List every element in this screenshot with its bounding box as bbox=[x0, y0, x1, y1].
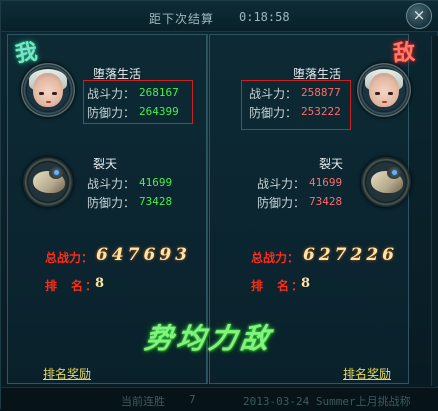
self-total-label: 总战力： bbox=[45, 251, 94, 265]
self-pet-attack-label: 战斗力： bbox=[87, 177, 136, 191]
avatar-mouth bbox=[46, 101, 51, 103]
enemy-pet-attack-label: 战斗力： bbox=[257, 177, 306, 191]
self-pet-defense-value: 73428 bbox=[139, 195, 173, 208]
enemy-total-label: 总战力： bbox=[251, 251, 300, 265]
avatar-eye bbox=[388, 92, 393, 95]
enemy-pet-defense-label: 防御力： bbox=[257, 196, 306, 210]
self-badge: 我 bbox=[13, 38, 39, 68]
avatar-eye bbox=[52, 92, 57, 95]
scrollbar-track[interactable] bbox=[431, 36, 438, 386]
timer-label: 距下次结算 bbox=[149, 12, 215, 26]
enemy-total-value: 627226 bbox=[303, 245, 398, 265]
self-pet-attack-value: 41699 bbox=[139, 176, 173, 189]
avatar-eye bbox=[375, 92, 380, 95]
battle-compare-panel: 距下次结算 0:18:58 × 我 敌 堕落生活 战斗力： 268167 防御力… bbox=[0, 0, 438, 411]
timer-value: 0:18:58 bbox=[239, 10, 290, 24]
self-avatar[interactable] bbox=[21, 63, 75, 117]
self-pet-portrait[interactable] bbox=[23, 157, 73, 207]
battle-result-text: 势均力敌 bbox=[142, 322, 276, 355]
top-bar: 距下次结算 0:18:58 × bbox=[1, 1, 438, 32]
enemy-pet-name: 裂天 bbox=[319, 157, 344, 171]
enemy-defense-value: 253222 bbox=[301, 105, 341, 118]
avatar-mouth bbox=[382, 101, 387, 103]
avatar-eye bbox=[39, 92, 44, 95]
self-rank-value: 8 bbox=[95, 276, 105, 291]
close-button[interactable]: × bbox=[406, 3, 432, 29]
enemy-rank-value: 8 bbox=[301, 276, 311, 291]
pet-spark bbox=[54, 170, 59, 175]
self-defense-label: 防御力： bbox=[87, 106, 136, 120]
self-attack-label: 战斗力： bbox=[87, 87, 136, 101]
enemy-pet-attack-value: 41699 bbox=[309, 176, 343, 189]
footer-bar: 当前连胜 7 2013-03-24 Summer上月挑战称 bbox=[1, 387, 438, 411]
enemy-pet-defense-value: 73428 bbox=[309, 195, 343, 208]
self-total-value: 647693 bbox=[96, 245, 191, 265]
footer-streak-label: 当前连胜 bbox=[121, 395, 165, 408]
enemy-attack-value: 258877 bbox=[301, 86, 341, 99]
footer-news-text: 2013-03-24 Summer上月挑战称 bbox=[243, 395, 411, 408]
enemy-badge: 敌 bbox=[392, 39, 417, 67]
enemy-pet-portrait[interactable] bbox=[361, 157, 411, 207]
enemy-avatar[interactable] bbox=[357, 63, 411, 117]
enemy-defense-label: 防御力： bbox=[249, 106, 298, 120]
self-attack-value: 268167 bbox=[139, 86, 179, 99]
self-defense-value: 264399 bbox=[139, 105, 179, 118]
enemy-attack-label: 战斗力： bbox=[249, 87, 298, 101]
self-pet-name: 裂天 bbox=[93, 157, 118, 171]
self-pet-defense-label: 防御力： bbox=[87, 196, 136, 210]
enemy-rank-reward-link[interactable]: 排名奖励 bbox=[343, 365, 391, 382]
pet-spark bbox=[392, 170, 397, 175]
footer-streak-value: 7 bbox=[189, 393, 196, 406]
self-rank-reward-link[interactable]: 排名奖励 bbox=[43, 365, 91, 382]
